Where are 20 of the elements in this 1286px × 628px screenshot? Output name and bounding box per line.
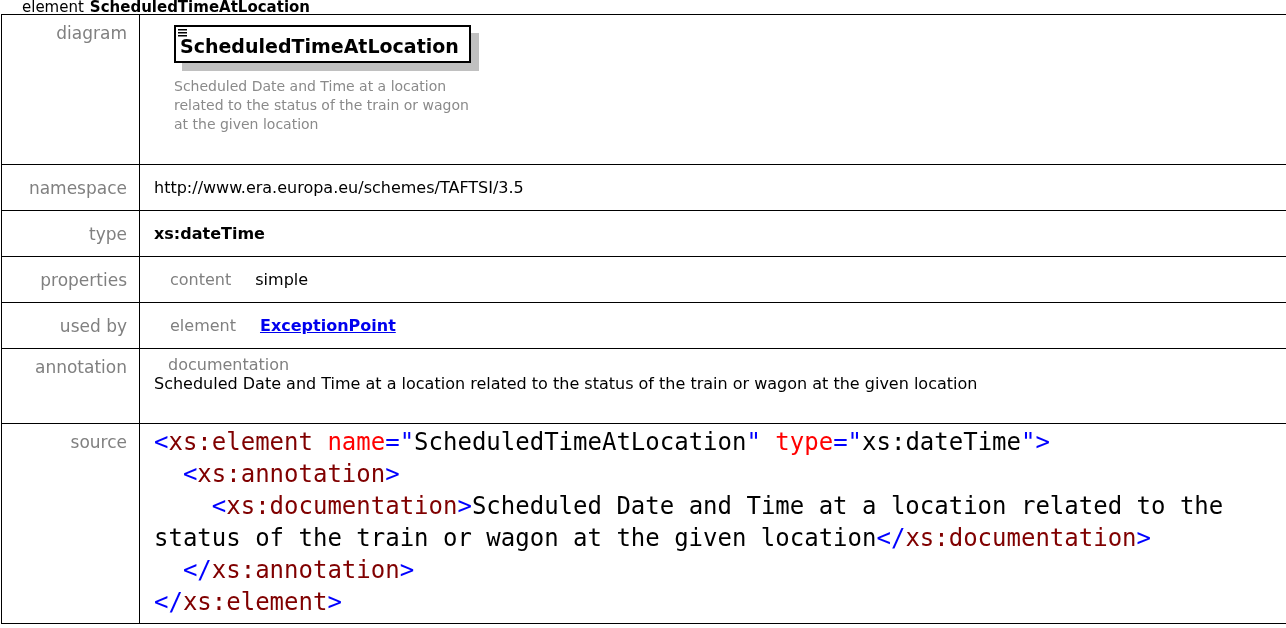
row-label: namespace bbox=[28, 177, 127, 198]
namespace-value: http://www.era.europa.eu/schemes/TAFTSI/3.5 bbox=[154, 178, 524, 197]
property-value: simple bbox=[255, 270, 309, 289]
heading-title: ScheduledTimeAtLocation bbox=[89, 0, 310, 16]
source-code: <xs:element name="ScheduledTimeAtLocation" type="xs:dateTime"> <xs:annotation> <xs:documentation>Scheduled Date and Time at a location related to the status of the train or wagon at the given location</xs:documentation> </xs:annotation> </xs:element> bbox=[154, 427, 1225, 618]
documentation-text: Scheduled Date and Time at a location related to the status of the train or wagon at the given location bbox=[154, 374, 979, 393]
heading-kind: element bbox=[22, 0, 84, 16]
row-label: diagram bbox=[56, 23, 127, 43]
row-label: type bbox=[89, 223, 127, 244]
property-key: content bbox=[170, 270, 232, 289]
row-label: used by bbox=[59, 315, 127, 336]
row-label: source bbox=[70, 432, 127, 452]
used-by-kind: element bbox=[170, 316, 236, 335]
element-link[interactable]: ExceptionPoint bbox=[260, 316, 396, 335]
lines-icon bbox=[178, 29, 187, 37]
row-label: properties bbox=[40, 269, 127, 290]
annotation-key: documentation bbox=[168, 355, 1286, 374]
element-description: Scheduled Date and Time at a location related to the status of the train or wagon at the given location bbox=[174, 77, 470, 134]
row-label: annotation bbox=[35, 357, 127, 377]
type-value: xs:dateTime bbox=[154, 224, 265, 243]
